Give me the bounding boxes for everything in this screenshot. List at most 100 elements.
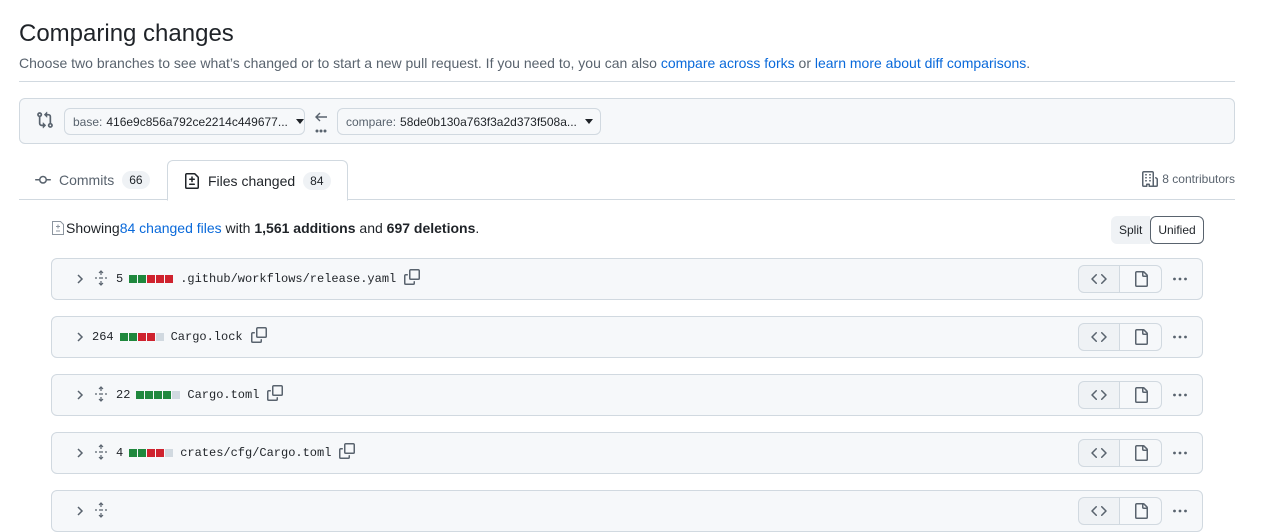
copy-icon[interactable]: [250, 327, 267, 343]
chevron-right-icon[interactable]: [74, 273, 86, 285]
view-code-button[interactable]: [1078, 265, 1120, 293]
file-row[interactable]: 4 crates/cfg/Cargo.toml: [51, 432, 1203, 474]
view-code-button[interactable]: [1078, 439, 1120, 467]
diffstat-block: [165, 275, 174, 283]
diffstat-block: [154, 391, 163, 399]
range-editor: base: 416e9c856a792ce2214c449677... comp…: [19, 98, 1235, 144]
file-change-count: 22: [116, 388, 131, 402]
file-name[interactable]: Cargo.lock: [171, 330, 243, 344]
file-view-buttons: [1078, 323, 1162, 351]
diffstat-block: [138, 449, 147, 457]
summary-and: and: [355, 220, 387, 236]
diffstat-block: [155, 333, 164, 341]
file-change-count: 4: [116, 446, 124, 460]
page-title: Comparing changes: [19, 20, 234, 47]
file-row[interactable]: 22 Cargo.toml: [51, 374, 1203, 416]
chevron-right-icon[interactable]: [74, 505, 86, 517]
chevron-right-icon[interactable]: [74, 447, 86, 459]
view-file-button[interactable]: [1120, 497, 1162, 525]
caret-down-icon: [295, 119, 304, 124]
unified-view-button[interactable]: Unified: [1150, 216, 1204, 244]
view-code-button[interactable]: [1078, 497, 1120, 525]
diff-summary: Showing 84 changed files with 1,561 addi…: [51, 220, 479, 236]
view-file-button[interactable]: [1120, 265, 1162, 293]
view-file-button[interactable]: [1120, 323, 1162, 351]
diffstat-block: [147, 275, 156, 283]
diffstat-block: [128, 333, 137, 341]
unfold-icon[interactable]: [94, 444, 108, 460]
learn-more-link[interactable]: learn more about diff comparisons: [815, 55, 1026, 71]
contributors-link[interactable]: 8 contributors: [1142, 171, 1235, 187]
view-code-button[interactable]: [1078, 381, 1120, 409]
file-row[interactable]: 264 Cargo.lock: [51, 316, 1203, 358]
tab-files-changed[interactable]: Files changed 84: [167, 160, 348, 201]
compare-across-forks-link[interactable]: compare across forks: [661, 55, 795, 71]
diffstat-block: [147, 449, 156, 457]
caret-down-icon: [584, 119, 593, 124]
commit-icon: [35, 175, 51, 184]
diffstat-block: [129, 449, 138, 457]
diffstat: [129, 275, 174, 283]
view-code-button[interactable]: [1078, 323, 1120, 351]
code-icon: [1091, 331, 1107, 343]
unfold-icon[interactable]: [94, 386, 108, 402]
changed-files-link[interactable]: 84 changed files: [120, 220, 222, 236]
tab-commits[interactable]: Commits 66: [19, 160, 166, 200]
file-row[interactable]: 5 .github/workflows/release.yaml: [51, 258, 1203, 300]
diffstat-block: [156, 449, 165, 457]
diffstat-block: [138, 275, 147, 283]
view-file-button[interactable]: [1120, 439, 1162, 467]
file-icon: [1134, 387, 1148, 403]
file-change-count: 5: [116, 272, 124, 286]
diffstat-block: [172, 391, 181, 399]
tab-bar: Commits 66 Files changed 84 8 contributo…: [19, 160, 1235, 201]
file-change-count: 264: [92, 330, 114, 344]
file-name[interactable]: Cargo.toml: [187, 388, 259, 402]
kebab-horizontal-icon[interactable]: [1172, 271, 1188, 287]
commits-counter: 66: [122, 171, 150, 189]
code-icon: [1091, 273, 1107, 285]
code-icon: [1091, 505, 1107, 517]
copy-icon[interactable]: [404, 269, 421, 285]
contributors-text: 8 contributors: [1162, 172, 1235, 186]
header-divider: [19, 81, 1235, 82]
file-view-buttons: [1078, 439, 1162, 467]
chevron-right-icon[interactable]: [74, 389, 86, 401]
chevron-right-icon[interactable]: [74, 331, 86, 343]
file-name[interactable]: crates/cfg/Cargo.toml: [180, 446, 331, 460]
additions-count: 1,561 additions: [254, 220, 356, 236]
diffstat: [129, 449, 174, 457]
description-text: Choose two branches to see what’s change…: [19, 55, 661, 71]
file-icon: [1134, 503, 1148, 519]
description-or: or: [794, 55, 815, 71]
file-icon: [1134, 445, 1148, 461]
diff-view-toggle: Split Unified: [1111, 216, 1204, 244]
git-compare-icon: [37, 111, 53, 129]
kebab-horizontal-icon[interactable]: [1172, 387, 1188, 403]
copy-icon[interactable]: [339, 443, 356, 459]
split-view-button[interactable]: Split: [1111, 216, 1151, 244]
file-diff-icon: [185, 172, 199, 189]
copy-icon[interactable]: [267, 385, 284, 401]
diffstat-block: [119, 333, 128, 341]
file-name[interactable]: .github/workflows/release.yaml: [180, 272, 396, 286]
view-file-button[interactable]: [1120, 381, 1162, 409]
arrow-left-icon: [315, 112, 327, 133]
unfold-icon[interactable]: [94, 502, 108, 518]
file-row[interactable]: [51, 490, 1203, 532]
diffstat: [136, 391, 181, 399]
summary-period: .: [475, 220, 480, 236]
base-branch-select[interactable]: base: 416e9c856a792ce2214c449677...: [64, 108, 305, 135]
code-icon: [1091, 447, 1107, 459]
kebab-horizontal-icon[interactable]: [1172, 329, 1188, 345]
diffstat-block: [129, 275, 138, 283]
code-icon: [1091, 389, 1107, 401]
file-view-buttons: [1078, 265, 1162, 293]
diffstat-block: [165, 449, 174, 457]
unfold-icon[interactable]: [94, 270, 108, 286]
kebab-horizontal-icon[interactable]: [1172, 503, 1188, 519]
compare-branch-select[interactable]: compare: 58de0b130a763f3a2d373f508a...: [337, 108, 601, 135]
kebab-horizontal-icon[interactable]: [1172, 445, 1188, 461]
file-icon: [1134, 271, 1148, 287]
summary-with: with: [221, 220, 255, 236]
